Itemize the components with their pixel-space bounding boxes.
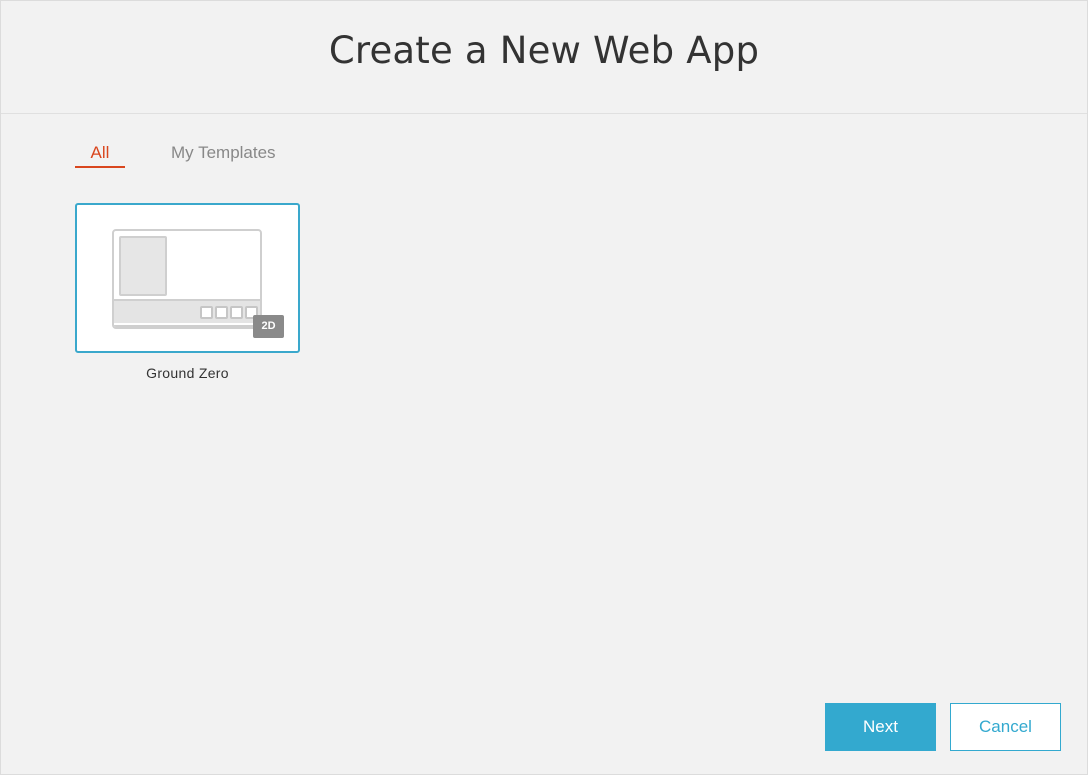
2d-badge: 2D: [253, 315, 284, 338]
dialog-title: Create a New Web App: [328, 29, 760, 72]
create-web-app-dialog: Create a New Web App All My Templates 2D…: [0, 0, 1088, 775]
thumbnail-widget-icon: [230, 306, 243, 319]
thumbnail-widget-icon: [200, 306, 213, 319]
dialog-header: Create a New Web App: [1, 1, 1087, 114]
thumbnail-panel: [119, 236, 167, 296]
template-thumbnail: [112, 229, 262, 329]
tab-all[interactable]: All: [75, 141, 125, 168]
cancel-button[interactable]: Cancel: [950, 703, 1061, 751]
template-name: Ground Zero: [146, 365, 229, 381]
thumbnail-border: [114, 325, 260, 327]
next-button[interactable]: Next: [825, 703, 936, 751]
thumbnail-widget-icon: [215, 306, 228, 319]
template-card-ground-zero[interactable]: 2D: [75, 203, 300, 353]
thumbnail-toolbar: [114, 299, 260, 323]
tab-my-templates[interactable]: My Templates: [171, 141, 276, 165]
